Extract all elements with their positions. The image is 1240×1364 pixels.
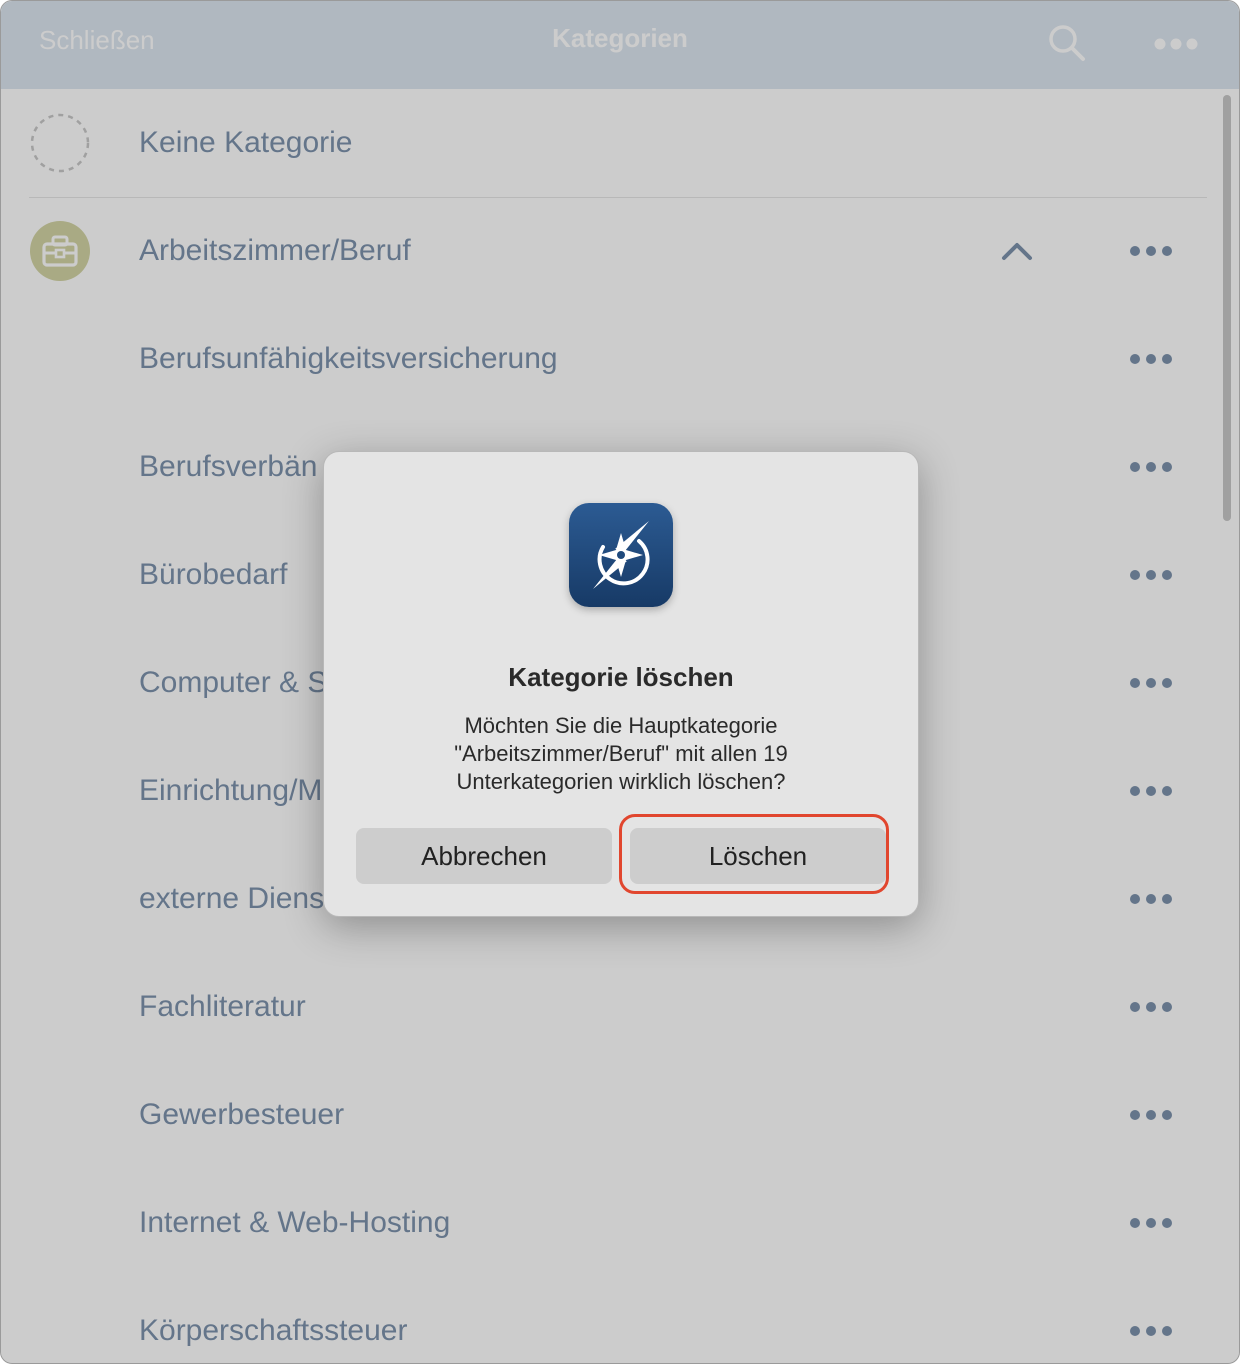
app-logo-icon bbox=[569, 503, 673, 607]
delete-button[interactable]: Löschen bbox=[630, 828, 886, 884]
delete-category-dialog: Kategorie löschen Möchten Sie die Hauptk… bbox=[323, 451, 919, 917]
dialog-message-line: Unterkategorien wirklich löschen? bbox=[456, 769, 786, 794]
dialog-message-line: "Arbeitszimmer/Beruf" mit allen 19 bbox=[454, 741, 788, 766]
categories-window: Schließen Kategorien Keine Kategorie Arb… bbox=[0, 0, 1240, 1364]
dialog-message: Möchten Sie die Hauptkategorie "Arbeitsz… bbox=[384, 712, 858, 796]
dialog-message-line: Möchten Sie die Hauptkategorie bbox=[464, 713, 778, 738]
dialog-title: Kategorie löschen bbox=[508, 662, 734, 692]
cancel-button[interactable]: Abbrechen bbox=[356, 828, 612, 884]
